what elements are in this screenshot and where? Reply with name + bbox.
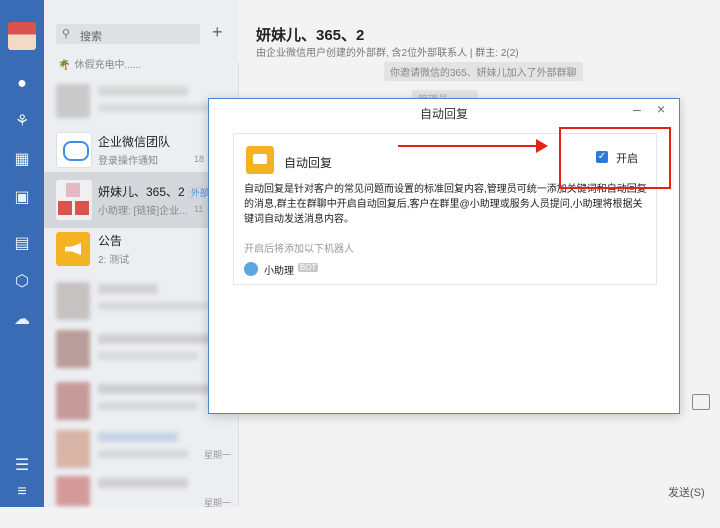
bot-name: 小助理 <box>264 266 294 277</box>
conversation-time: 星期一 <box>204 498 232 508</box>
chat-subtitle: 由企业微信用户创建的外部群, 含2位外部联系人 | 群主: 2(2) <box>256 48 519 59</box>
conversation-preview: 登录操作通知 <box>98 156 158 167</box>
close-icon[interactable]: × <box>657 101 665 117</box>
conversation-preview: 小助理: [链接]企业... <box>98 206 188 217</box>
bot-avatar <box>244 262 258 276</box>
conversation-time: 星期一 <box>204 450 232 460</box>
conversation-time: 11 <box>194 204 204 214</box>
conversation-preview: 2: 测试 <box>98 255 130 266</box>
conversation-title: 公告 <box>98 234 123 248</box>
annotation-arrowhead <box>536 139 548 153</box>
system-message: 你邀请微信的365、妍妹儿加入了外部群聊 <box>384 62 583 81</box>
card-note: 开启后将添加以下机器人 <box>244 244 354 255</box>
contacts-icon[interactable]: ⚘ <box>12 112 32 132</box>
annotation-highlight-box <box>559 127 671 189</box>
bot-badge: BOT <box>298 263 319 272</box>
workbench-icon[interactable]: ▣ <box>12 188 32 208</box>
wecom-team-avatar <box>56 132 92 168</box>
search-input[interactable]: ⚲ 搜索 <box>56 24 200 44</box>
cloud-icon[interactable]: ☁ <box>12 310 32 330</box>
cube-icon[interactable]: ⬡ <box>12 272 32 292</box>
search-icon: ⚲ <box>62 28 71 40</box>
conversation-title: 企业微信团队 <box>98 135 171 149</box>
settings-icon[interactable]: ☰ <box>12 456 32 476</box>
message-icon[interactable]: ● <box>12 74 32 94</box>
group-avatar <box>56 180 92 220</box>
send-button[interactable]: 发送(S) <box>668 484 705 500</box>
conversation-time: 18 <box>194 154 205 164</box>
calendar-icon[interactable]: ▦ <box>12 150 32 170</box>
menu-icon[interactable]: ≡ <box>12 482 32 502</box>
status-text: 🌴 休假充电中...... <box>58 60 142 71</box>
minimize-icon[interactable]: – <box>633 101 641 117</box>
document-icon[interactable]: ▤ <box>12 234 32 254</box>
auto-reply-icon <box>246 146 274 174</box>
user-avatar[interactable] <box>8 22 36 50</box>
palm-tree-icon: 🌴 <box>58 60 71 71</box>
add-button[interactable]: + <box>212 22 223 43</box>
annotation-arrow <box>398 145 538 147</box>
card-title: 自动回复 <box>284 156 333 170</box>
conversation-title: 妍妹儿、365、2 外部 <box>98 183 212 200</box>
announcement-avatar <box>56 232 90 266</box>
nav-sidebar: ● ⚘ ▦ ▣ ▤ ⬡ ☁ ☰ ≡ <box>0 0 44 507</box>
chat-title: 妍妹儿、365、2 <box>256 27 365 44</box>
sidebar-toggle-icon[interactable] <box>692 394 710 410</box>
dialog-title: 自动回复 <box>419 107 468 121</box>
